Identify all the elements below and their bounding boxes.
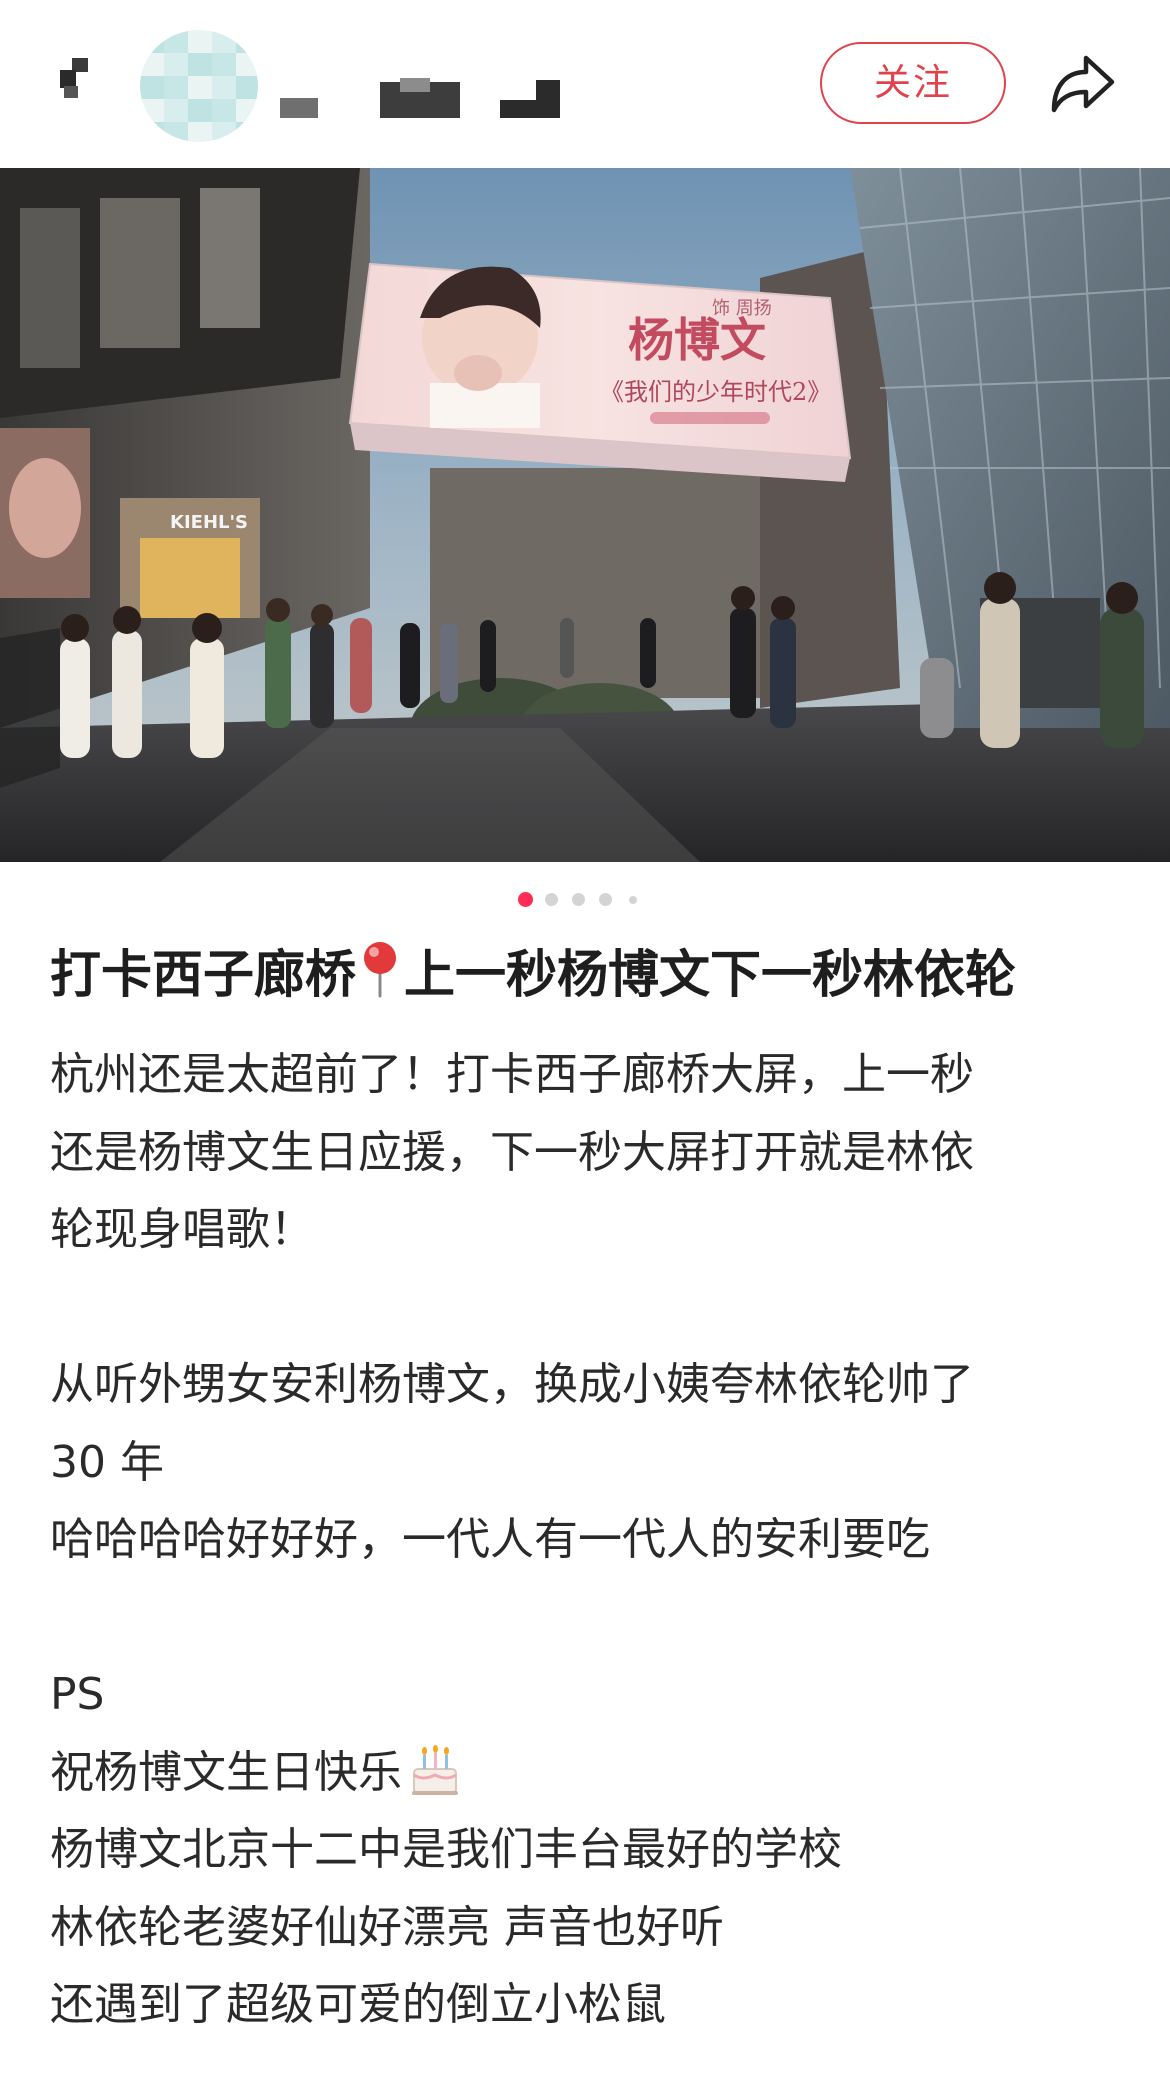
avatar-pixel — [188, 122, 212, 142]
body-line-8 — [50, 1579, 1130, 1657]
avatar-pixel — [188, 99, 212, 123]
avatar-pixel — [140, 99, 164, 123]
body-line-5: 从听外甥女安利杨博文，换成小姨夸林依轮帅了 — [50, 1359, 974, 1410]
carousel-indicator[interactable] — [0, 892, 1170, 908]
avatar-pixel — [236, 99, 258, 123]
post-title: 打卡西子廊桥 上一秒杨博文下一秒林依轮 — [50, 940, 1130, 1012]
avatar-pixel — [212, 53, 236, 77]
avatar-pixel — [164, 53, 188, 77]
billboard-role: 饰 周扬 — [712, 298, 772, 319]
avatar-pixel — [236, 30, 258, 54]
body-line-4 — [50, 1269, 1130, 1347]
body-line-10: 祝杨博文生日快乐 — [50, 1734, 1130, 1812]
avatar-pixel — [140, 30, 164, 54]
avatar-pixel — [140, 76, 164, 100]
store-sign: KIEHL'S — [170, 512, 248, 533]
username-mosaic[interactable] — [280, 74, 580, 122]
avatar-pixel — [212, 99, 236, 123]
post-title-part2: 上一秒杨博文下一秒林依轮 — [404, 946, 1017, 1005]
avatar-pixel — [212, 122, 236, 142]
body-line-10-text: 祝杨博文生日快乐 — [50, 1746, 402, 1798]
body-line-3: 轮现身唱歌！ — [50, 1204, 314, 1255]
top-bar: 关注 — [0, 0, 1170, 168]
avatar-pixel — [236, 76, 258, 100]
avatar-pixel — [164, 30, 188, 54]
avatar-pixel — [188, 76, 212, 100]
carousel-dot-5[interactable] — [629, 896, 637, 904]
share-icon[interactable] — [1050, 52, 1116, 114]
avatar-pixel — [188, 30, 212, 54]
post-photo[interactable]: KIEHL'S 杨博文 饰 周扬 《我们的少年时代2》 — [0, 168, 1170, 862]
avatar-pixel — [236, 122, 258, 142]
body-line-6: 30 年 — [50, 1436, 164, 1488]
back-icon[interactable] — [56, 58, 106, 108]
billboard-show: 《我们的少年时代2》 — [600, 378, 831, 406]
follow-button[interactable]: 关注 — [820, 42, 1006, 124]
birthday-cake-icon — [412, 1744, 458, 1795]
body-line-11: 杨博文北京十二中是我们丰台最好的学校 — [50, 1824, 842, 1875]
carousel-dot-2[interactable] — [545, 893, 558, 906]
post-title-part1: 打卡西子廊桥 — [50, 946, 357, 1005]
avatar-pixel — [188, 53, 212, 77]
avatar-pixel — [236, 53, 258, 77]
carousel-dot-4[interactable] — [599, 893, 612, 906]
avatar-pixel — [212, 76, 236, 100]
avatar-pixel — [164, 99, 188, 123]
body-line-13: 还遇到了超级可爱的倒立小松鼠 — [50, 1979, 666, 2030]
body-line-9: PS — [50, 1669, 105, 1720]
round-pushpin-icon — [364, 942, 397, 998]
avatar-pixel — [140, 122, 164, 142]
avatar-pixel — [140, 53, 164, 77]
avatar-pixel — [164, 76, 188, 100]
body-line-12: 林依轮老婆好仙好漂亮 声音也好听 — [50, 1901, 724, 1953]
avatar-pixel — [212, 30, 236, 54]
avatar-pixel — [164, 122, 188, 142]
avatar[interactable] — [140, 30, 258, 142]
carousel-dot-3[interactable] — [572, 893, 585, 906]
post-body: 杭州还是太超前了！打卡西子廊桥大屏，上一秒 还是杨博文生日应援，下一秒大屏打开就… — [50, 1036, 1130, 2044]
body-line-2: 还是杨博文生日应援，下一秒大屏打开就是林依 — [50, 1126, 974, 1178]
body-line-7: 哈哈哈哈好好好，一代人有一代人的安利要吃 — [50, 1514, 930, 1565]
billboard-name: 杨博文 — [628, 313, 766, 367]
carousel-dot-1[interactable] — [518, 892, 533, 907]
body-line-1: 杭州还是太超前了！打卡西子廊桥大屏，上一秒 — [50, 1049, 974, 1100]
